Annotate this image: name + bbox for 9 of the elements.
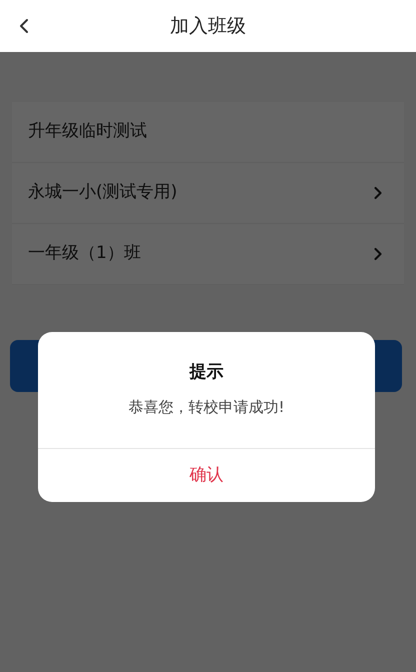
row-label: 永城一小(测试专用) <box>28 181 178 204</box>
page-title: 加入班级 <box>170 14 246 39</box>
row-label: 升年级临时测试 <box>28 120 147 144</box>
list-row[interactable]: 一年级（1）班 <box>12 224 404 285</box>
confirm-button[interactable]: 确认 <box>38 449 375 502</box>
list-row[interactable]: 永城一小(测试专用) <box>12 163 404 224</box>
row-label: 一年级（1）班 <box>28 242 141 266</box>
dialog-title: 提示 <box>190 361 224 384</box>
dialog-message: 恭喜您，转校申请成功! <box>128 396 284 418</box>
